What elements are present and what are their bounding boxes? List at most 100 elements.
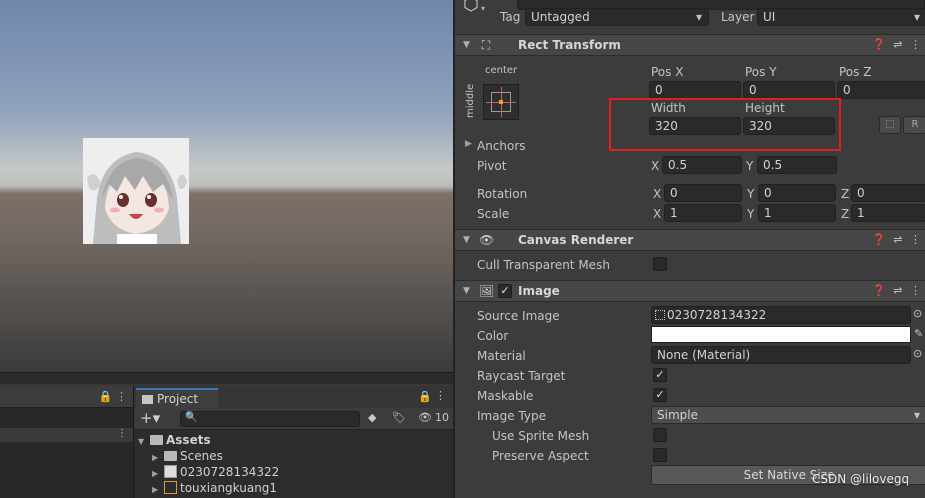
raycast-target-label: Raycast Target	[477, 369, 566, 383]
project-toolbar: +▾ 🔍 ◆ 🏷 👁 10	[134, 408, 454, 430]
more-icon[interactable]: ⋮	[117, 428, 127, 439]
filter-by-label-icon[interactable]: 🏷	[392, 411, 406, 424]
cull-transparent-mesh-label: Cull Transparent Mesh	[477, 258, 610, 272]
collapse-icon[interactable]: ▶	[152, 482, 164, 498]
component-menu-icons[interactable]: ❓ ⇌ ⋮	[872, 38, 921, 51]
tab-project-label: Project	[157, 392, 199, 406]
pivot-label: Pivot	[477, 159, 507, 173]
project-tabbar: Project 🔒 ⋮	[134, 386, 454, 408]
more-icon[interactable]: ⋮	[435, 389, 446, 402]
tree-item-image-asset[interactable]: ▶ 0230728134322	[134, 464, 454, 480]
canvas-renderer-title: Canvas Renderer	[518, 233, 634, 247]
scale-x-field[interactable]: 1	[664, 204, 742, 222]
pivot-dot-icon	[499, 100, 503, 104]
component-menu-icons[interactable]: ❓ ⇌ ⋮	[872, 284, 921, 297]
anchor-presets-button[interactable]	[483, 84, 519, 120]
fold-icon[interactable]: ▼	[463, 235, 470, 245]
image-header[interactable]: ▼ 🖼 ✓ Image ❓ ⇌ ⋮	[455, 280, 925, 302]
use-sprite-mesh-checkbox[interactable]	[653, 428, 667, 442]
pivot-y-axis-label: Y	[746, 159, 754, 173]
eyedropper-icon[interactable]: ✎	[914, 327, 923, 340]
project-tree: ▼ Assets ▶ Scenes ▶ 0230728134322 ▶ touxiang…	[134, 432, 454, 496]
rotation-z-axis-label: Z	[841, 187, 850, 201]
image-type-label: Image Type	[477, 409, 546, 423]
scale-label: Scale	[477, 207, 510, 221]
anchor-top-label: center	[485, 65, 518, 76]
scale-z-axis-label: Z	[841, 207, 850, 221]
fold-icon[interactable]: ▼	[463, 286, 470, 296]
object-picker-icon[interactable]: ⊙	[913, 347, 922, 360]
color-swatch[interactable]	[651, 326, 911, 343]
component-menu-icons[interactable]: ❓ ⇌ ⋮	[872, 233, 921, 246]
tag-dropdown[interactable]: Untagged	[525, 8, 709, 26]
scale-x-axis-label: X	[653, 207, 662, 221]
image-enabled-checkbox[interactable]: ✓	[498, 284, 512, 298]
layer-dropdown[interactable]: UI	[757, 8, 925, 26]
anchors-label[interactable]: Anchors	[477, 139, 526, 153]
rotation-x-axis-label: X	[653, 187, 662, 201]
rect-transform-header[interactable]: ▼ ⛶ Rect Transform ❓ ⇌ ⋮	[455, 34, 925, 56]
pos-x-field[interactable]: 0	[649, 81, 741, 99]
tab-project[interactable]: Project	[136, 388, 218, 408]
use-sprite-mesh-label: Use Sprite Mesh	[492, 429, 590, 443]
fold-icon[interactable]: ▼	[463, 40, 470, 50]
material-field[interactable]: None (Material)	[651, 346, 911, 364]
object-picker-icon[interactable]: ⊙	[913, 307, 922, 320]
image-type-dropdown[interactable]: Simple	[651, 406, 925, 424]
search-input[interactable]: 🔍	[180, 411, 360, 427]
maskable-checkbox[interactable]: ✓	[653, 388, 667, 402]
pivot-x-field[interactable]: 0.5	[662, 156, 742, 174]
rotation-y-field[interactable]: 0	[758, 184, 836, 202]
cull-transparent-mesh-checkbox[interactable]	[653, 257, 667, 271]
lock-icon[interactable]: 🔒	[418, 390, 432, 403]
rotation-z-field[interactable]: 0	[851, 184, 925, 202]
frame-thumbnail-icon	[164, 481, 177, 494]
hierarchy-tabbar: 🔒 ⋮	[0, 386, 133, 408]
hidden-count: 10	[435, 411, 449, 424]
lock-icon[interactable]: 🔒 ⋮	[99, 390, 127, 403]
scale-y-field[interactable]: 1	[758, 204, 836, 222]
preserve-aspect-label: Preserve Aspect	[492, 449, 589, 463]
maskable-label: Maskable	[477, 389, 534, 403]
canvas-renderer-header[interactable]: ▼ 👁 Canvas Renderer ❓ ⇌ ⋮	[455, 229, 925, 251]
pos-z-field[interactable]: 0	[837, 81, 925, 99]
hidden-packages-icon[interactable]: 👁	[418, 411, 432, 424]
scale-z-field[interactable]: 1	[851, 204, 925, 222]
blueprint-mode-button[interactable]: ⬚	[879, 116, 901, 134]
pivot-x-axis-label: X	[651, 159, 660, 173]
sprite-icon	[655, 310, 665, 320]
layer-label: Layer	[721, 10, 755, 24]
folder-icon	[142, 395, 153, 404]
material-label: Material	[477, 349, 526, 363]
raw-edit-button[interactable]: R	[903, 116, 925, 134]
rotation-y-axis-label: Y	[747, 187, 755, 201]
image-thumbnail-icon	[164, 465, 177, 478]
anchors-fold-icon[interactable]: ▶	[465, 139, 472, 149]
inspector-panel: ⬡ ▾ Tag Untagged Layer UI ▼ ⛶ Rect Trans…	[453, 0, 925, 498]
rect-transform-icon: ⛶	[481, 38, 491, 52]
image-component-icon: 🖼	[479, 284, 495, 298]
expand-icon[interactable]: ▼	[138, 434, 150, 450]
add-button[interactable]: +▾	[140, 409, 160, 427]
tree-item-assets[interactable]: ▼ Assets	[134, 432, 454, 448]
scale-y-axis-label: Y	[747, 207, 755, 221]
tree-item-scenes[interactable]: ▶ Scenes	[134, 448, 454, 464]
anchor-side-label: middle	[465, 83, 476, 118]
anime-avatar-image[interactable]	[83, 138, 189, 244]
rotation-label: Rotation	[477, 187, 528, 201]
icon-dropdown-icon[interactable]: ▾	[481, 4, 485, 13]
rotation-x-field[interactable]: 0	[664, 184, 742, 202]
pos-y-field[interactable]: 0	[743, 81, 835, 99]
scene-view[interactable]	[0, 0, 453, 372]
tag-label: Tag	[500, 10, 521, 24]
filter-by-type-icon[interactable]: ◆	[368, 411, 376, 424]
preserve-aspect-checkbox[interactable]	[653, 448, 667, 462]
raycast-target-checkbox[interactable]: ✓	[653, 368, 667, 382]
pivot-y-field[interactable]: 0.5	[757, 156, 837, 174]
tree-item-frame-asset[interactable]: ▶ touxiangkuang1	[134, 480, 454, 496]
source-image-field[interactable]: 0230728134322	[651, 306, 911, 324]
search-icon: 🔍	[185, 412, 198, 423]
project-panel: Project 🔒 ⋮ +▾ 🔍 ◆ 🏷 👁 10 ▼ Assets ▶ Scene…	[133, 386, 454, 498]
color-label: Color	[477, 329, 509, 343]
pos-y-label: Pos Y	[745, 65, 777, 79]
